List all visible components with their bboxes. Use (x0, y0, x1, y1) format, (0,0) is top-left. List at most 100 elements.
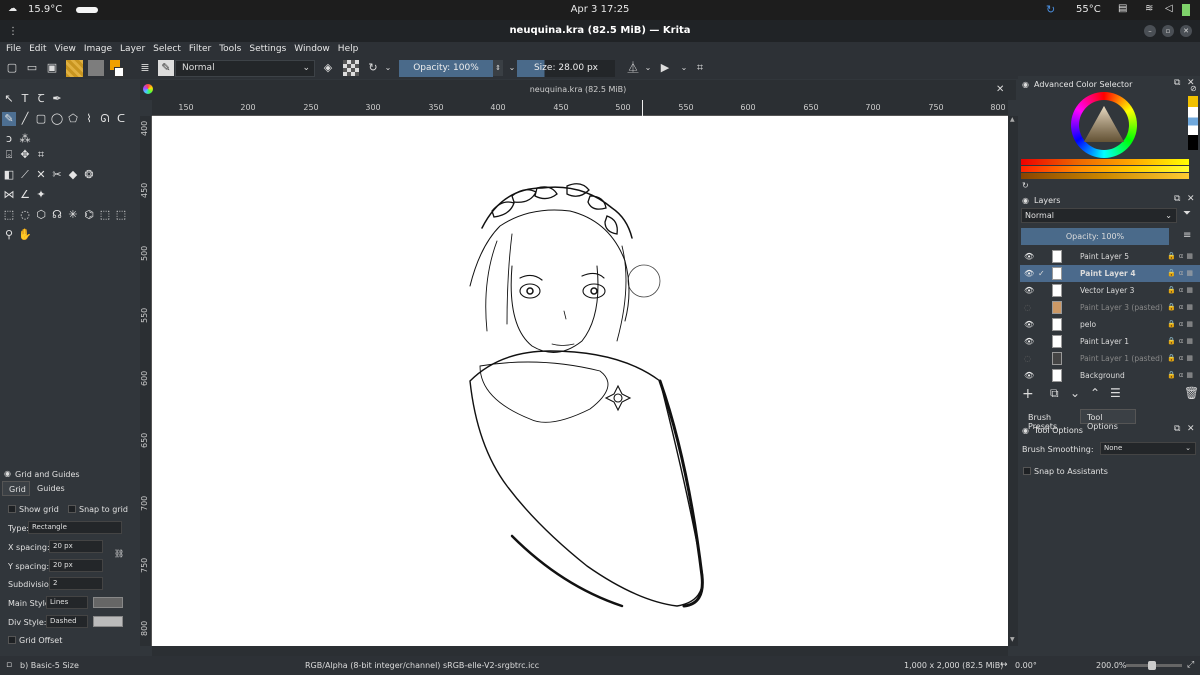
color-triangle[interactable] (1082, 104, 1126, 144)
polygon-tool-icon[interactable]: ⬠ (66, 112, 80, 126)
menu-help[interactable]: Help (334, 42, 363, 57)
brush-smoothing-select[interactable]: None ⌄ (1100, 442, 1196, 455)
layer-blend-select[interactable]: Normal ⌄ (1021, 208, 1177, 223)
layer-lock-icons[interactable]: 🔒α▦ (1167, 248, 1196, 265)
scroll-up-icon[interactable]: ▲ (1010, 116, 1016, 123)
eraser-icon[interactable]: ◈ (320, 60, 336, 76)
float-docker-icon[interactable]: ⧉ (1174, 424, 1180, 434)
ellipse-tool-icon[interactable]: ◯ (50, 112, 64, 126)
blend-mode-select[interactable]: Normal ⌄ (175, 60, 315, 77)
subdivision-input[interactable]: 2 (49, 577, 103, 590)
add-layer-icon[interactable]: + (1022, 386, 1034, 402)
menu-layer[interactable]: Layer (116, 42, 149, 57)
enclose-fill-tool-icon[interactable]: ❂ (82, 168, 96, 182)
docker-options-icon[interactable]: ◉ (1022, 80, 1029, 89)
layer-row[interactable]: ◌ Paint Layer 1 (pasted) 🔒α▦ (1020, 350, 1200, 367)
tab-tool-options[interactable]: Tool Options (1080, 409, 1136, 431)
move-layer-down-icon[interactable]: ⌄ (1070, 386, 1080, 400)
layer-row[interactable]: 👁 Vector Layer 3 🔒α▦ (1020, 282, 1200, 299)
visibility-eye-icon[interactable]: 👁 (1024, 333, 1034, 350)
filter-icon[interactable]: ⏷ (1183, 208, 1191, 219)
brush-icon[interactable]: ▫ (6, 656, 12, 675)
vertical-scrollbar[interactable]: ▲ ▼ (1008, 116, 1018, 646)
minimize-icon[interactable]: – (1144, 25, 1156, 37)
close-icon[interactable]: ✕ (1180, 25, 1192, 37)
rectangle-tool-icon[interactable]: ▢ (34, 112, 48, 126)
reload-preset-icon[interactable]: ↻ (365, 60, 381, 76)
battery-icon[interactable] (1182, 4, 1190, 16)
horizontal-scrollbar[interactable] (152, 646, 1008, 656)
tab-brush-presets[interactable]: Brush Presets (1022, 410, 1078, 431)
rect-select-tool-icon[interactable]: ⬚ (2, 208, 16, 222)
menu-filter[interactable]: Filter (185, 42, 215, 57)
visibility-eye-icon[interactable]: 👁 (1024, 248, 1034, 265)
edit-shapes-tool-icon[interactable]: ✒ (50, 92, 64, 106)
visibility-eye-icon[interactable]: 👁 (1024, 265, 1034, 282)
layer-opacity-slider[interactable]: Opacity: 100% (1021, 228, 1169, 245)
close-docker-icon[interactable]: ✕ (1187, 194, 1195, 204)
background-color-swatch[interactable] (114, 67, 124, 77)
menu-edit[interactable]: Edit (25, 42, 50, 57)
layer-menu-icon[interactable]: ≡ (1183, 230, 1191, 241)
hidden-eye-icon[interactable]: ◌ (1024, 299, 1031, 316)
fullscreen-icon[interactable]: ⤢ (1187, 656, 1194, 675)
menu-file[interactable]: File (0, 42, 25, 57)
grid-offset-toggle[interactable] (8, 636, 16, 644)
visibility-eye-icon[interactable]: 👁 (1024, 282, 1034, 299)
reference-tool-icon[interactable]: ✦ (34, 188, 48, 202)
tab-guides[interactable]: Guides (31, 481, 67, 496)
close-docker-icon[interactable]: ✕ (1187, 424, 1195, 434)
layer-row[interactable]: 👁 Paint Layer 5 🔒α▦ (1020, 248, 1200, 265)
chevron-down-icon[interactable]: ⌄ (640, 60, 656, 76)
rotation-value[interactable]: 0.00° (1015, 656, 1037, 675)
save-icon[interactable]: ▣ (44, 60, 60, 76)
snap-to-grid-checkbox[interactable] (68, 505, 76, 513)
docker-options-icon[interactable]: ◉ (4, 469, 11, 478)
show-grid-checkbox[interactable] (8, 505, 16, 513)
app-menu-icon[interactable]: ⋮ (8, 26, 18, 37)
menu-view[interactable]: View (51, 42, 80, 57)
layer-lock-icons[interactable]: 🔒α▦ (1167, 282, 1196, 299)
colorize-mask-tool-icon[interactable]: ✕ (34, 168, 48, 182)
layer-lock-icons[interactable]: 🔒α▦ (1167, 350, 1196, 367)
bezier-select-tool-icon[interactable]: ⬚ (98, 208, 112, 222)
delete-layer-icon[interactable]: 🗑 (1184, 386, 1199, 400)
menu-settings[interactable]: Settings (245, 42, 290, 57)
layer-lock-icons[interactable]: 🔒α▦ (1167, 333, 1196, 350)
chevron-down-icon[interactable]: ⌄ (676, 60, 692, 76)
x-spacing-input[interactable]: 20 px (49, 540, 103, 553)
measure-tool-icon[interactable]: ∠ (18, 188, 32, 202)
freehand-select-tool-icon[interactable]: ☊ (50, 208, 64, 222)
zoom-tool-icon[interactable]: ⚲ (2, 228, 16, 242)
contiguous-select-tool-icon[interactable]: ✳ (66, 208, 80, 222)
tab-grid[interactable]: Grid (2, 481, 30, 496)
opacity-spin-icon[interactable]: ⇕ (493, 60, 503, 76)
transform-tool-icon[interactable]: ⌺ (2, 148, 16, 162)
saturation-slider[interactable] (1021, 166, 1189, 172)
menu-image[interactable]: Image (80, 42, 116, 57)
opacity-slider[interactable]: Opacity: 100% (399, 60, 493, 77)
docker-options-icon[interactable]: ◉ (1022, 426, 1029, 435)
move-layer-up-icon[interactable]: ⌃ (1090, 386, 1100, 400)
gradient-tool-icon[interactable]: ◧ (2, 168, 16, 182)
pattern-swatch[interactable] (88, 60, 104, 76)
freehand-path-tool-icon[interactable]: ᑕ (114, 112, 128, 126)
scroll-down-icon[interactable]: ▼ (1010, 636, 1015, 643)
y-spacing-input[interactable]: 20 px (49, 559, 103, 572)
link-icon[interactable]: ⛓ (114, 549, 124, 558)
volume-icon[interactable]: ◁ (1165, 3, 1173, 14)
div-color-swatch[interactable] (93, 616, 123, 627)
color-picker-tool-icon[interactable]: ⟋ (18, 168, 32, 182)
hue-slider[interactable] (1021, 159, 1189, 165)
line-tool-icon[interactable]: ╱ (18, 112, 32, 126)
multibrush-tool-icon[interactable]: ⁂ (18, 132, 32, 146)
dynamic-brush-tool-icon[interactable]: ↄ (2, 132, 16, 146)
main-style-select[interactable]: Lines (46, 596, 88, 609)
assistant-tool-icon[interactable]: ⋈ (2, 188, 16, 202)
chevron-down-icon[interactable]: ⌄ (380, 60, 396, 76)
value-slider[interactable] (1021, 173, 1189, 179)
magnetic-select-tool-icon[interactable]: ⬚ (114, 208, 128, 222)
size-slider[interactable]: Size: 28.00 px (517, 60, 615, 77)
maximize-icon[interactable]: ▫ (1162, 25, 1174, 37)
color-history-strip[interactable] (1188, 96, 1198, 150)
